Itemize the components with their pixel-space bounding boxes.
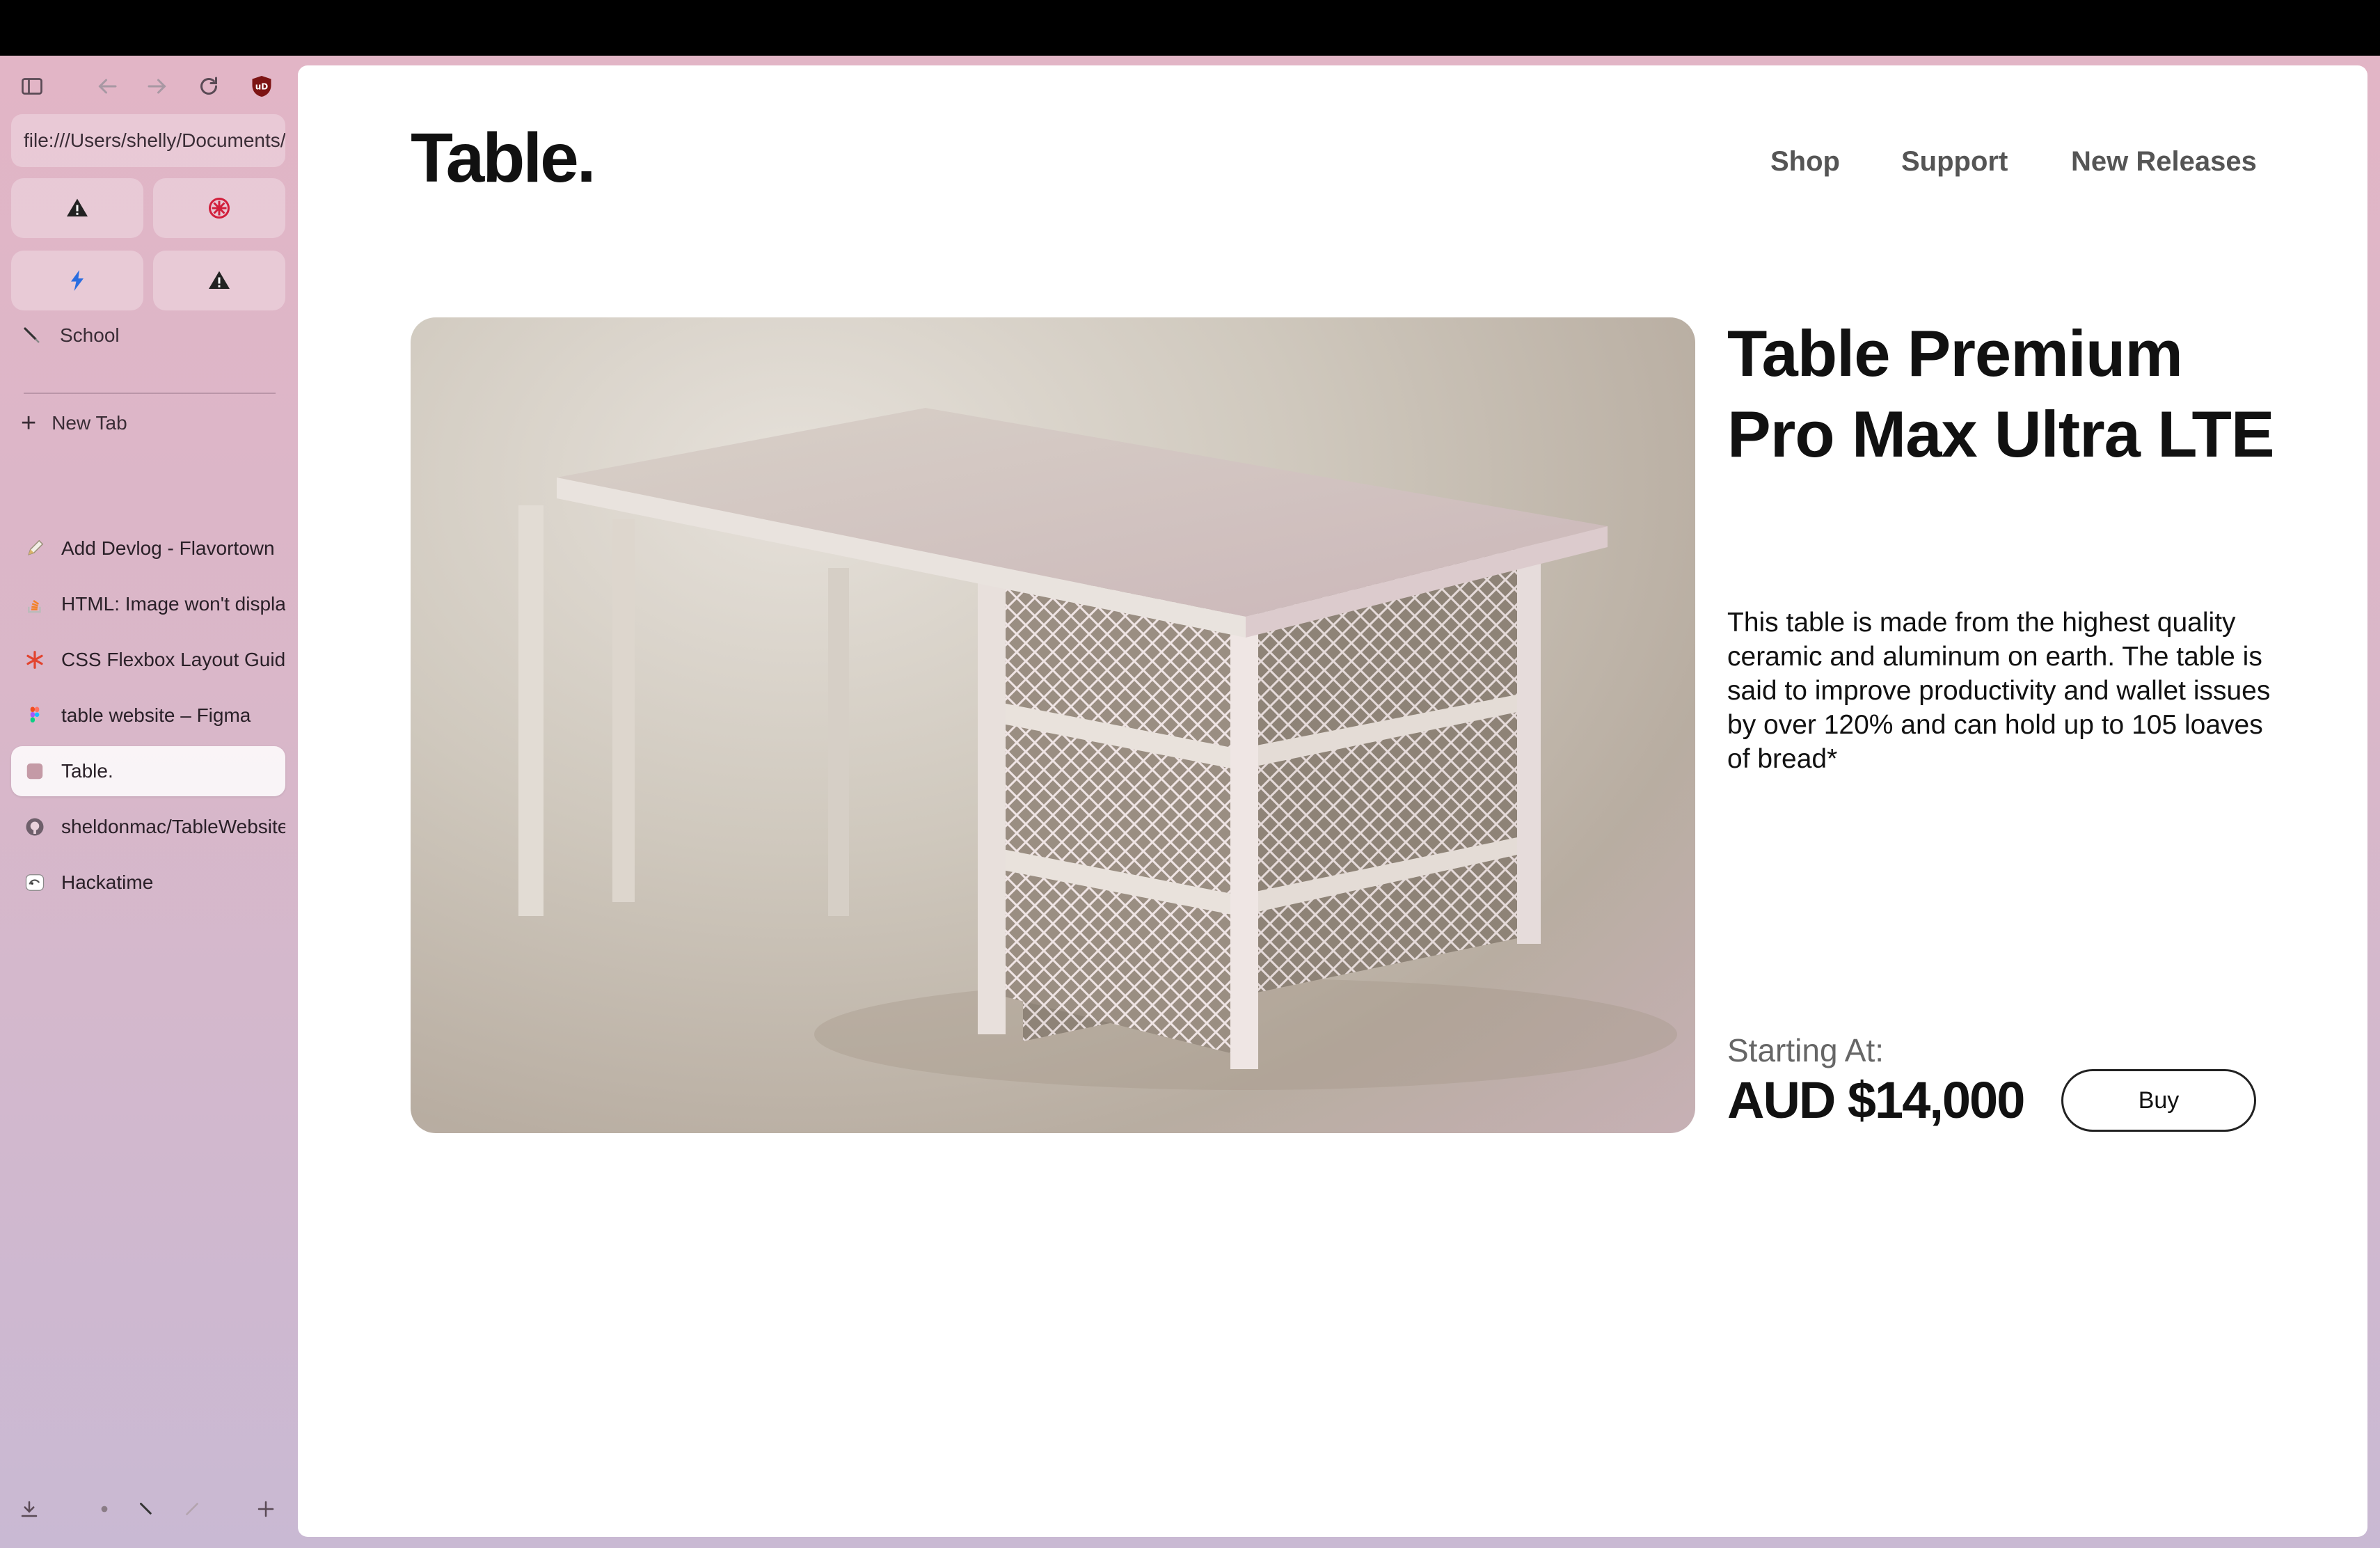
product-price: AUD $14,000 <box>1727 1071 2025 1129</box>
add-space-icon[interactable] <box>252 1495 280 1523</box>
warning-icon <box>67 198 88 216</box>
sidebar-footer <box>0 1495 295 1523</box>
sidebar-divider <box>24 393 276 394</box>
tab-html-image[interactable]: HTML: Image won't display <box>11 579 285 629</box>
buy-button[interactable]: Buy <box>2061 1069 2256 1132</box>
tab-label: table website – Figma <box>61 704 251 726</box>
tab-label: Add Devlog - Flavortown <box>61 537 275 559</box>
pinned-tab-3[interactable] <box>11 251 143 310</box>
folder-label: School <box>60 324 120 346</box>
pinned-tab-4[interactable] <box>153 251 285 310</box>
tab-label: Hackatime <box>61 871 154 893</box>
web-page: Table. Shop Support New Releases Table P… <box>298 65 2367 1537</box>
pinned-tab-2[interactable] <box>153 178 285 238</box>
red-asterisk-icon <box>209 198 230 219</box>
ublock-shield-icon[interactable]: uD <box>246 71 277 102</box>
product-title: Table Premium Pro Max Ultra LTE <box>1727 317 2275 471</box>
nav-shop[interactable]: Shop <box>1770 146 1840 177</box>
tab-github[interactable]: sheldonmac/TableWebsite <box>11 802 285 852</box>
space-dot-icon[interactable] <box>90 1495 118 1523</box>
hackatime-icon <box>24 871 46 894</box>
pinned-tab-1[interactable] <box>11 178 143 238</box>
tab-label: Table. <box>61 760 113 782</box>
pink-square-icon <box>24 760 46 782</box>
tab-css-flexbox[interactable]: CSS Flexbox Layout Guide <box>11 635 285 685</box>
pen-icon <box>24 537 46 560</box>
asterisk-icon <box>24 649 46 671</box>
address-bar[interactable]: file:///Users/shelly/Documents/TableWebs… <box>11 114 285 167</box>
nav-new-releases[interactable]: New Releases <box>2071 146 2257 177</box>
starting-at-label: Starting At: <box>1727 1032 1885 1068</box>
new-tab-label: New Tab <box>51 412 127 434</box>
tab-label: HTML: Image won't display <box>61 593 285 615</box>
browser-sidebar: uD file:///Users/shelly/Documents/TableW… <box>0 56 295 1548</box>
github-icon <box>24 816 46 838</box>
tab-add-devlog[interactable]: Add Devlog - Flavortown <box>11 523 285 574</box>
tab-label: CSS Flexbox Layout Guide <box>61 649 285 670</box>
svg-text:uD: uD <box>255 82 269 92</box>
download-icon[interactable] <box>15 1495 43 1523</box>
tab-table[interactable]: Table. <box>11 746 285 796</box>
pen-nib-icon <box>21 324 43 347</box>
product-description: This table is made from the highest qual… <box>1727 608 2271 774</box>
menu-bar <box>0 0 2380 56</box>
product-image <box>411 317 1695 1133</box>
new-tab-button[interactable]: + New Tab <box>21 409 127 438</box>
reload-icon[interactable] <box>193 71 224 102</box>
space-pencil-icon[interactable] <box>178 1495 206 1523</box>
warning-icon <box>209 271 230 289</box>
tab-label: sheldonmac/TableWebsite <box>61 816 285 837</box>
sidebar-toggle-icon[interactable] <box>17 71 47 102</box>
folder-school[interactable]: School <box>21 324 120 347</box>
forward-arrow-icon[interactable] <box>142 71 173 102</box>
tab-hackatime[interactable]: Hackatime <box>11 858 285 908</box>
bolt-icon <box>71 270 84 291</box>
tab-figma[interactable]: table website – Figma <box>11 690 285 741</box>
plus-icon: + <box>21 409 37 438</box>
figma-icon <box>24 704 46 727</box>
stack-overflow-icon <box>24 593 46 615</box>
space-pen-icon[interactable] <box>132 1495 160 1523</box>
back-arrow-icon[interactable] <box>92 71 122 102</box>
site-logo[interactable]: Table. <box>411 118 596 198</box>
nav-support[interactable]: Support <box>1901 146 2008 177</box>
